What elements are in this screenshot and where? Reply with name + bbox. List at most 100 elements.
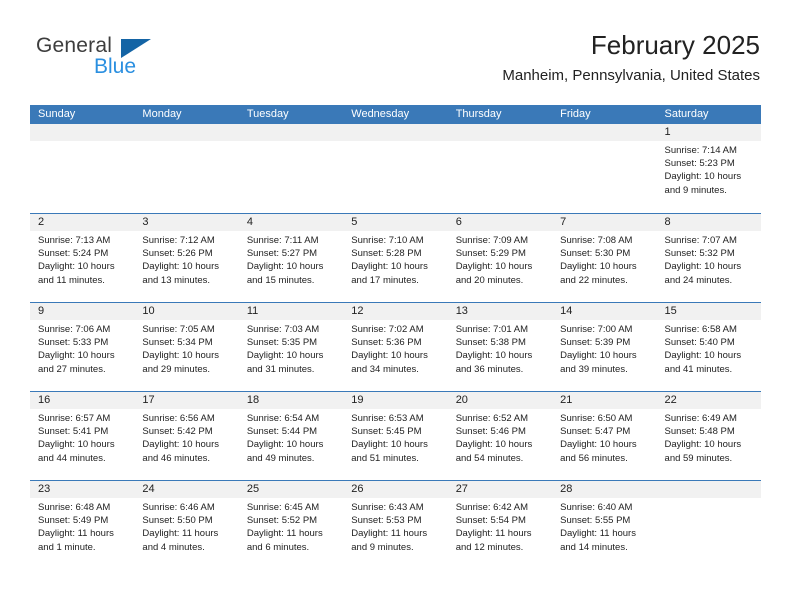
sunrise-time: Sunrise: 7:12 AM	[142, 235, 215, 246]
daylight-duration: Daylight: 10 hours and 11 minutes.	[38, 261, 115, 286]
day-details: Sunrise: 7:12 AM Sunset: 5:26 PM Daylight:…	[134, 231, 238, 287]
calendar-day-cell[interactable]: 25 Sunrise: 6:45 AM Sunset: 5:52 PM Dayligh…	[238, 481, 344, 569]
day-details: Sunrise: 6:42 AM Sunset: 5:54 PM Daylight:…	[448, 498, 552, 554]
sunset-time: Sunset: 5:49 PM	[38, 515, 109, 527]
daylight-duration: Daylight: 10 hours and 24 minutes.	[664, 261, 742, 286]
daylight-duration: Daylight: 10 hours and 41 minutes.	[664, 350, 742, 375]
sunset-time: Sunset: 5:40 PM	[664, 337, 735, 349]
calendar-day-cell[interactable]: 17 Sunrise: 6:56 AM Sunset: 5:42 PM Dayligh…	[134, 392, 239, 480]
sunset-time: Sunset: 5:52 PM	[246, 515, 318, 527]
sunset-time: Sunset: 5:23 PM	[664, 158, 735, 170]
weekday-header-monday: Monday	[142, 108, 182, 120]
calendar-day-cell[interactable]: 14 Sunrise: 7:00 AM Sunset: 5:39 PM Dayligh…	[552, 303, 657, 391]
daylight-duration: Daylight: 10 hours and 34 minutes.	[351, 350, 428, 375]
day-details: Sunrise: 6:58 AM Sunset: 5:40 PM Daylight:…	[657, 320, 761, 376]
day-number	[238, 124, 344, 141]
day-number	[447, 124, 553, 141]
daylight-duration: Daylight: 10 hours and 59 minutes.	[664, 439, 742, 464]
daylight-duration: Daylight: 10 hours and 51 minutes.	[351, 439, 428, 464]
daylight-duration: Daylight: 10 hours and 39 minutes.	[560, 350, 637, 375]
sunrise-time: Sunrise: 6:40 AM	[560, 502, 633, 513]
calendar-day-cell-empty	[238, 124, 344, 213]
day-number	[552, 124, 657, 141]
calendar-day-cell[interactable]: 1 Sunrise: 7:14 AM Sunset: 5:23 PM Daylight…	[656, 124, 761, 213]
daylight-duration: Daylight: 10 hours and 56 minutes.	[560, 439, 637, 464]
day-number: 23	[30, 481, 135, 498]
calendar-day-cell[interactable]: 7 Sunrise: 7:08 AM Sunset: 5:30 PM Daylight…	[552, 214, 657, 302]
general-blue-logo: General Blue	[36, 34, 216, 92]
daylight-duration: Daylight: 10 hours and 27 minutes.	[38, 350, 115, 375]
daylight-duration: Daylight: 10 hours and 49 minutes.	[246, 439, 324, 464]
calendar-day-cell[interactable]: 9 Sunrise: 7:06 AM Sunset: 5:33 PM Daylight…	[30, 303, 135, 391]
calendar-day-cell[interactable]: 11 Sunrise: 7:03 AM Sunset: 5:35 PM Dayligh…	[238, 303, 344, 391]
day-details: Sunrise: 6:45 AM Sunset: 5:52 PM Daylight:…	[239, 498, 343, 554]
title-block: February 2025 Manheim, Pennsylvania, Uni…	[502, 28, 760, 87]
day-details: Sunrise: 7:05 AM Sunset: 5:34 PM Daylight:…	[134, 320, 238, 376]
sunset-time: Sunset: 5:45 PM	[351, 426, 422, 438]
sunrise-time: Sunrise: 6:53 AM	[351, 413, 424, 424]
calendar-day-cell-empty	[343, 124, 448, 213]
day-details: Sunrise: 6:49 AM Sunset: 5:48 PM Daylight:…	[657, 409, 761, 465]
calendar-day-cell[interactable]: 23 Sunrise: 6:48 AM Sunset: 5:49 PM Dayligh…	[30, 481, 135, 569]
day-details: Sunrise: 6:54 AM Sunset: 5:44 PM Daylight:…	[239, 409, 343, 465]
day-details: Sunrise: 7:00 AM Sunset: 5:39 PM Daylight:…	[552, 320, 656, 376]
calendar-day-cell[interactable]: 22 Sunrise: 6:49 AM Sunset: 5:48 PM Dayligh…	[656, 392, 761, 480]
weekday-header-wednesday: Wednesday	[351, 108, 410, 120]
daylight-duration: Daylight: 10 hours and 29 minutes.	[142, 350, 219, 375]
day-number: 24	[134, 481, 239, 498]
day-details: Sunrise: 6:40 AM Sunset: 5:55 PM Daylight:…	[552, 498, 656, 554]
calendar-day-cell[interactable]: 18 Sunrise: 6:54 AM Sunset: 5:44 PM Dayligh…	[238, 392, 344, 480]
calendar-day-cell[interactable]: 27 Sunrise: 6:42 AM Sunset: 5:54 PM Dayligh…	[447, 481, 553, 569]
calendar-day-cell[interactable]: 13 Sunrise: 7:01 AM Sunset: 5:38 PM Dayligh…	[447, 303, 553, 391]
weekday-header-sunday: Sunday	[38, 108, 76, 120]
calendar-day-cell[interactable]: 28 Sunrise: 6:40 AM Sunset: 5:55 PM Dayligh…	[552, 481, 657, 569]
sunrise-time: Sunrise: 6:50 AM	[560, 413, 633, 424]
daylight-duration: Daylight: 11 hours and 9 minutes.	[351, 528, 428, 553]
sunset-time: Sunset: 5:50 PM	[142, 515, 213, 527]
calendar-day-cell[interactable]: 26 Sunrise: 6:43 AM Sunset: 5:53 PM Dayligh…	[343, 481, 448, 569]
daylight-duration: Daylight: 10 hours and 44 minutes.	[38, 439, 115, 464]
calendar-day-cell[interactable]: 5 Sunrise: 7:10 AM Sunset: 5:28 PM Daylight…	[343, 214, 448, 302]
calendar-grid: Sunday Monday Tuesday Wednesday Thursday…	[30, 105, 761, 569]
calendar-day-cell[interactable]: 20 Sunrise: 6:52 AM Sunset: 5:46 PM Dayligh…	[447, 392, 553, 480]
weekday-header-tuesday: Tuesday	[246, 108, 289, 120]
day-details: Sunrise: 7:02 AM Sunset: 5:36 PM Daylight:…	[343, 320, 447, 376]
day-number: 20	[447, 392, 553, 409]
sunset-time: Sunset: 5:48 PM	[664, 426, 735, 438]
sunset-time: Sunset: 5:26 PM	[142, 248, 213, 260]
day-details: Sunrise: 7:13 AM Sunset: 5:24 PM Daylight:…	[30, 231, 134, 287]
calendar-day-cell[interactable]: 19 Sunrise: 6:53 AM Sunset: 5:45 PM Dayligh…	[343, 392, 448, 480]
sunset-time: Sunset: 5:29 PM	[455, 248, 526, 260]
calendar-day-cell[interactable]: 2 Sunrise: 7:13 AM Sunset: 5:24 PM Daylight…	[30, 214, 135, 302]
day-details: Sunrise: 7:03 AM Sunset: 5:35 PM Daylight:…	[239, 320, 343, 376]
calendar-day-cell[interactable]: 16 Sunrise: 6:57 AM Sunset: 5:41 PM Dayligh…	[30, 392, 135, 480]
day-number: 22	[656, 392, 761, 409]
calendar-day-cell[interactable]: 6 Sunrise: 7:09 AM Sunset: 5:29 PM Daylight…	[447, 214, 553, 302]
sunset-time: Sunset: 5:44 PM	[246, 426, 318, 438]
sunset-time: Sunset: 5:30 PM	[560, 248, 631, 260]
sunrise-time: Sunrise: 6:54 AM	[246, 413, 320, 424]
calendar-day-cell-empty	[552, 124, 657, 213]
day-number: 18	[238, 392, 344, 409]
sunrise-time: Sunrise: 7:11 AM	[246, 235, 319, 246]
daylight-duration: Daylight: 10 hours and 9 minutes.	[664, 171, 742, 196]
calendar-day-cell[interactable]: 15 Sunrise: 6:58 AM Sunset: 5:40 PM Dayligh…	[656, 303, 761, 391]
calendar-day-cell[interactable]: 24 Sunrise: 6:46 AM Sunset: 5:50 PM Dayligh…	[134, 481, 239, 569]
calendar-week-row: 16 Sunrise: 6:57 AM Sunset: 5:41 PM Dayligh…	[30, 391, 761, 480]
calendar-day-cell-empty	[656, 481, 761, 569]
daylight-duration: Daylight: 10 hours and 46 minutes.	[142, 439, 219, 464]
calendar-day-cell[interactable]: 12 Sunrise: 7:02 AM Sunset: 5:36 PM Dayligh…	[343, 303, 448, 391]
calendar-day-cell[interactable]: 8 Sunrise: 7:07 AM Sunset: 5:32 PM Daylight…	[656, 214, 761, 302]
sunset-time: Sunset: 5:38 PM	[455, 337, 526, 349]
daylight-duration: Daylight: 11 hours and 12 minutes.	[455, 528, 532, 553]
day-details: Sunrise: 7:01 AM Sunset: 5:38 PM Daylight:…	[448, 320, 552, 376]
daylight-duration: Daylight: 10 hours and 31 minutes.	[246, 350, 324, 375]
day-details: Sunrise: 6:53 AM Sunset: 5:45 PM Daylight:…	[343, 409, 447, 465]
calendar-day-cell[interactable]: 21 Sunrise: 6:50 AM Sunset: 5:47 PM Dayligh…	[552, 392, 657, 480]
sunrise-time: Sunrise: 7:09 AM	[455, 235, 529, 246]
calendar-day-cell[interactable]: 3 Sunrise: 7:12 AM Sunset: 5:26 PM Daylight…	[134, 214, 239, 302]
calendar-day-cell[interactable]: 4 Sunrise: 7:11 AM Sunset: 5:27 PM Daylight…	[238, 214, 344, 302]
calendar-day-cell[interactable]: 10 Sunrise: 7:05 AM Sunset: 5:34 PM Dayligh…	[134, 303, 239, 391]
weekday-header-friday: Friday	[560, 108, 591, 120]
sunset-time: Sunset: 5:46 PM	[455, 426, 526, 438]
